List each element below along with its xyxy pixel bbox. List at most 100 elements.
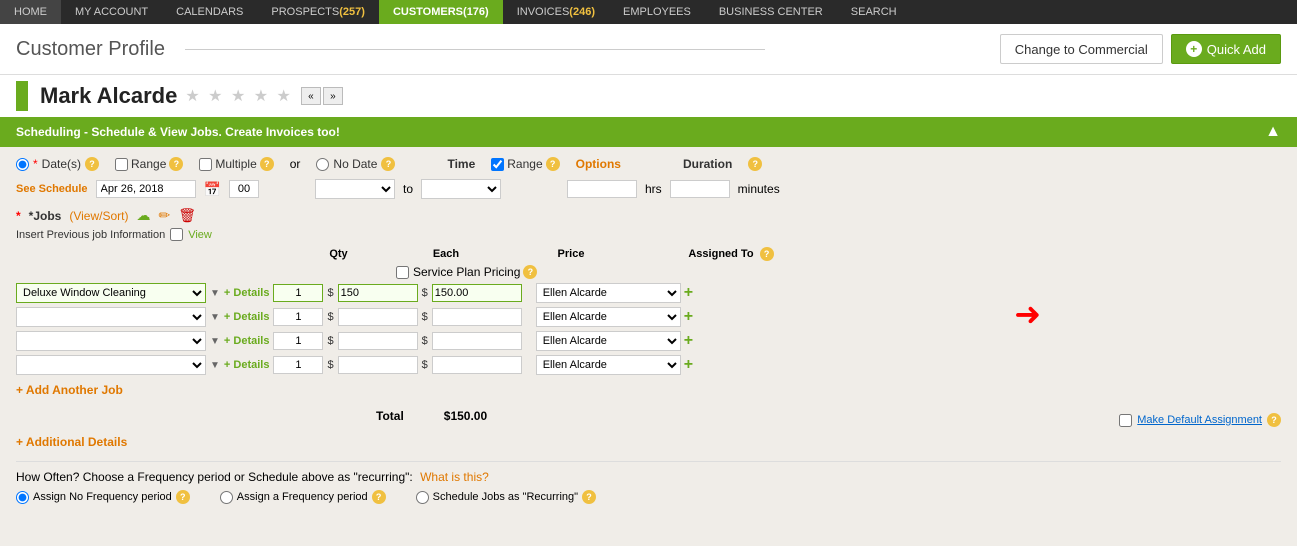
each-input-0[interactable]	[338, 284, 418, 302]
nav-item-prospects[interactable]: PROSPECTS(257)	[257, 0, 379, 24]
details-link-1[interactable]: + Details	[224, 311, 270, 323]
time-range-checkbox[interactable]	[491, 158, 504, 171]
job-dropdown-arrow-2[interactable]: ▼	[210, 336, 220, 347]
make-default-checkbox[interactable]	[1119, 414, 1132, 427]
assigned-plus-1[interactable]: +	[684, 308, 693, 326]
freq-radio-1[interactable]	[220, 491, 233, 504]
freq-help-icon-2[interactable]: ?	[582, 490, 596, 504]
time-range-help-icon[interactable]: ?	[546, 157, 560, 171]
nav-item-search[interactable]: SEARCH	[837, 0, 911, 24]
job-row: ▼ + Details $ $ Ellen Alcarde +	[16, 331, 1281, 351]
view-link[interactable]: View	[188, 229, 212, 241]
dates-help-icon[interactable]: ?	[85, 157, 99, 171]
details-link-0[interactable]: + Details	[224, 287, 270, 299]
job-select-1[interactable]	[16, 307, 206, 327]
prev-customer-button[interactable]: «	[301, 87, 321, 105]
freq-radio-0[interactable]	[16, 491, 29, 504]
multiple-help-icon[interactable]: ?	[260, 157, 274, 171]
service-plan-checkbox[interactable]	[396, 266, 409, 279]
each-input-2[interactable]	[338, 332, 418, 350]
header-buttons: Change to Commercial + Quick Add	[1000, 34, 1281, 64]
qty-input-1[interactable]	[273, 308, 323, 326]
price-input-0[interactable]	[432, 284, 522, 302]
options-link[interactable]: Options	[576, 157, 621, 171]
multiple-checkbox[interactable]	[199, 158, 212, 171]
assigned-col-header: Assigned To ?	[631, 247, 831, 261]
job-dropdown-arrow-3[interactable]: ▼	[210, 360, 220, 371]
assigned-select-1[interactable]: Ellen Alcarde	[536, 307, 681, 327]
job-rows-container: Deluxe Window Cleaning ▼ + Details $ $ E…	[16, 283, 1281, 375]
freq-radio-2[interactable]	[416, 491, 429, 504]
job-select-2[interactable]	[16, 331, 206, 351]
qty-input-3[interactable]	[273, 356, 323, 374]
edit-job-icon[interactable]: ✏	[159, 207, 171, 224]
no-date-radio[interactable]	[316, 158, 329, 171]
range-checkbox[interactable]	[115, 158, 128, 171]
time-to-select[interactable]	[421, 179, 501, 199]
next-customer-button[interactable]: »	[323, 87, 343, 105]
additional-details-link[interactable]: + Additional Details	[16, 435, 127, 449]
calendar-icon[interactable]: 📅	[204, 181, 221, 198]
assigned-plus-2[interactable]: +	[684, 332, 693, 350]
nav-item-calendars[interactable]: CALENDARS	[162, 0, 257, 24]
freq-help-icon-1[interactable]: ?	[372, 490, 386, 504]
price-input-2[interactable]	[432, 332, 522, 350]
nav-item-home[interactable]: HOME	[0, 0, 61, 24]
duration-label: Duration	[683, 157, 732, 171]
quick-add-button[interactable]: + Quick Add	[1171, 34, 1281, 64]
range-help-icon[interactable]: ?	[169, 157, 183, 171]
freq-help-icon-0[interactable]: ?	[176, 490, 190, 504]
time-range-checkbox-group: Range ?	[491, 157, 559, 171]
qty-input-2[interactable]	[273, 332, 323, 350]
job-select-0[interactable]: Deluxe Window Cleaning	[16, 283, 206, 303]
each-input-1[interactable]	[338, 308, 418, 326]
service-plan-help-icon[interactable]: ?	[523, 265, 537, 279]
each-input-3[interactable]	[338, 356, 418, 374]
view-sort-link[interactable]: (View/Sort)	[69, 209, 128, 223]
duration-hrs-input[interactable]	[567, 180, 637, 198]
no-date-help-icon[interactable]: ?	[381, 157, 395, 171]
assigned-plus-3[interactable]: +	[684, 356, 693, 374]
add-another-job-link[interactable]: + Add Another Job	[16, 383, 123, 397]
time-00-input[interactable]	[229, 180, 259, 198]
details-link-3[interactable]: + Details	[224, 359, 270, 371]
nav-item-my-account[interactable]: MY ACCOUNT	[61, 0, 162, 24]
nav-item-invoices[interactable]: INVOICES(246)	[503, 0, 609, 24]
change-to-commercial-button[interactable]: Change to Commercial	[1000, 34, 1163, 64]
nav-item-business-center[interactable]: BUSINESS CENTER	[705, 0, 837, 24]
col-headers: Qty Each Price Assigned To ?	[16, 247, 1281, 261]
nav-item-customers[interactable]: CUSTOMERS(176)	[379, 0, 503, 24]
insert-prev-row: Insert Previous job Information View	[16, 228, 1281, 241]
freq-label-0: Assign No Frequency period	[33, 491, 172, 503]
delete-job-icon[interactable]: 🗑	[178, 207, 196, 224]
job-select-3[interactable]	[16, 355, 206, 375]
assigned-cell-1: Ellen Alcarde +	[536, 307, 693, 327]
date-input[interactable]: Apr 26, 2018	[96, 180, 196, 198]
insert-prev-checkbox[interactable]	[170, 228, 183, 241]
dates-radio[interactable]	[16, 158, 29, 171]
add-job-icon[interactable]: ☁	[137, 207, 151, 224]
to-label: to	[403, 182, 413, 196]
job-dropdown-arrow-1[interactable]: ▼	[210, 312, 220, 323]
assigned-cell-3: Ellen Alcarde +	[536, 355, 693, 375]
price-input-1[interactable]	[432, 308, 522, 326]
assigned-plus-0[interactable]: +	[684, 284, 693, 302]
job-dropdown-arrow-0[interactable]: ▼	[210, 288, 220, 299]
make-default-link[interactable]: Make Default Assignment	[1137, 414, 1262, 426]
assigned-select-0[interactable]: Ellen Alcarde	[536, 283, 681, 303]
collapse-arrow-icon[interactable]: ▲	[1265, 123, 1281, 141]
price-input-3[interactable]	[432, 356, 522, 374]
service-plan-row: Service Plan Pricing ?	[16, 265, 1281, 279]
assigned-help-icon[interactable]: ?	[760, 247, 774, 261]
assigned-select-2[interactable]: Ellen Alcarde	[536, 331, 681, 351]
qty-input-0[interactable]	[273, 284, 323, 302]
multiple-checkbox-group: Multiple ?	[199, 157, 273, 171]
nav-item-employees[interactable]: EMPLOYEES	[609, 0, 705, 24]
make-default-help-icon[interactable]: ?	[1267, 413, 1281, 427]
assigned-select-3[interactable]: Ellen Alcarde	[536, 355, 681, 375]
time-from-select[interactable]	[315, 179, 395, 199]
what-is-this-link[interactable]: What is this?	[420, 470, 489, 484]
duration-minutes-input[interactable]	[670, 180, 730, 198]
details-link-2[interactable]: + Details	[224, 335, 270, 347]
duration-help-icon[interactable]: ?	[748, 157, 762, 171]
